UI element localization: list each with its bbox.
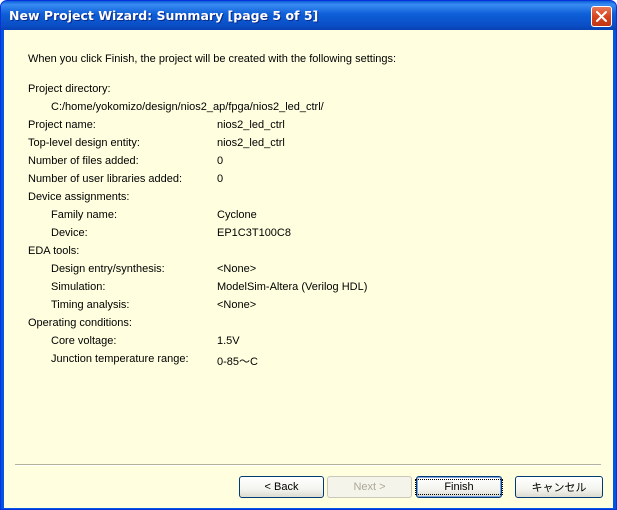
close-button[interactable] bbox=[591, 6, 612, 27]
top-level-entity-label: Top-level design entity: bbox=[28, 137, 140, 149]
junction-temperature-value: 0-85〜C bbox=[217, 356, 258, 368]
window-title: New Project Wizard: Summary [page 5 of 5… bbox=[9, 8, 319, 23]
back-button-label: < Back bbox=[264, 481, 299, 493]
project-directory-value: C:/home/yokomizo/design/nios2_ap/fpga/ni… bbox=[51, 101, 324, 113]
back-button[interactable]: < Back bbox=[239, 476, 324, 498]
operating-conditions-heading: Operating conditions: bbox=[28, 317, 132, 329]
design-entry-label: Design entry/synthesis: bbox=[51, 263, 165, 275]
next-button[interactable]: Next > bbox=[327, 476, 412, 498]
intro-text: When you click Finish, the project will … bbox=[28, 53, 397, 65]
finish-button-label: Finish bbox=[415, 479, 503, 495]
next-button-label: Next > bbox=[353, 481, 386, 493]
project-name-value: nios2_led_ctrl bbox=[217, 119, 285, 131]
top-level-entity-value: nios2_led_ctrl bbox=[217, 137, 285, 149]
core-voltage-value: 1.5V bbox=[217, 335, 240, 347]
core-voltage-label: Core voltage: bbox=[51, 335, 117, 347]
wizard-body: When you click Finish, the project will … bbox=[4, 30, 613, 508]
device-value: EP1C3T100C8 bbox=[217, 227, 291, 239]
project-name-label: Project name: bbox=[28, 119, 96, 131]
project-directory-label: Project directory: bbox=[28, 83, 111, 95]
files-added-label: Number of files added: bbox=[28, 155, 139, 167]
user-libraries-value: 0 bbox=[217, 173, 224, 185]
junction-temperature-label: Junction temperature range: bbox=[51, 353, 189, 365]
button-separator bbox=[15, 464, 601, 466]
files-added-value: 0 bbox=[217, 155, 224, 167]
device-label: Device: bbox=[51, 227, 88, 239]
wizard-window: New Project Wizard: Summary [page 5 of 5… bbox=[0, 0, 617, 510]
title-bar[interactable]: New Project Wizard: Summary [page 5 of 5… bbox=[1, 1, 616, 30]
timing-analysis-label: Timing analysis: bbox=[51, 299, 130, 311]
cancel-button-label: キャンセル bbox=[531, 482, 587, 494]
timing-analysis-value: <None> bbox=[217, 299, 257, 311]
family-name-label: Family name: bbox=[51, 209, 118, 221]
device-assignments-heading: Device assignments: bbox=[28, 191, 130, 203]
eda-tools-heading: EDA tools: bbox=[28, 245, 80, 257]
cancel-button[interactable]: キャンセル bbox=[515, 476, 603, 498]
family-name-value: Cyclone bbox=[217, 209, 257, 221]
finish-button[interactable]: Finish bbox=[415, 476, 503, 498]
design-entry-value: <None> bbox=[217, 263, 257, 275]
simulation-label: Simulation: bbox=[51, 281, 106, 293]
close-icon bbox=[596, 11, 607, 22]
user-libraries-label: Number of user libraries added: bbox=[28, 173, 183, 185]
simulation-value: ModelSim-Altera (Verilog HDL) bbox=[217, 281, 368, 293]
